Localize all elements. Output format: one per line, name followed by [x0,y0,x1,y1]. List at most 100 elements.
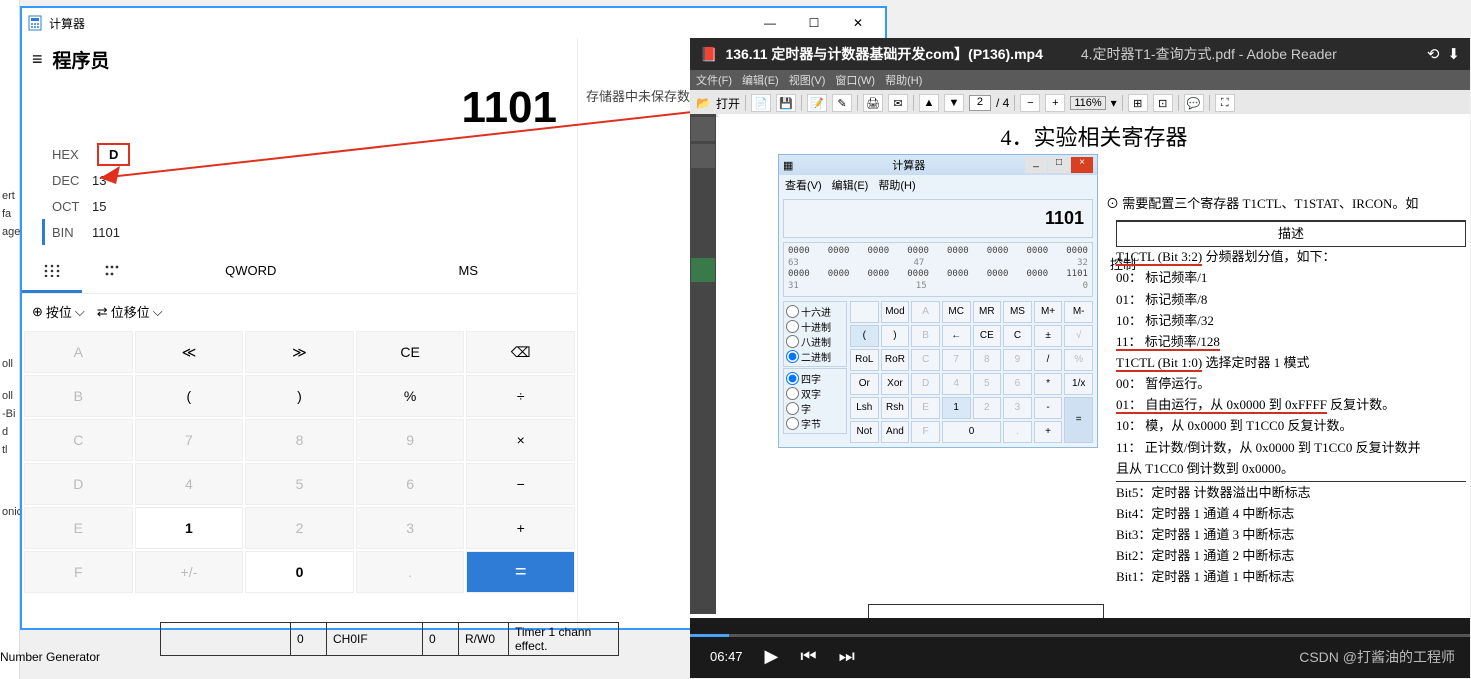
mode-title: 程序员 [53,46,110,73]
tool-icon[interactable]: ⊞ [1128,94,1148,112]
thumbnails-icon[interactable] [691,117,715,141]
chevron-down-icon: ⌵ [75,304,85,320]
hamburger-icon[interactable]: ≡ [32,49,43,70]
download-icon[interactable]: ⬇ [1447,45,1460,63]
key-backspace[interactable]: ⌫ [466,331,575,373]
pdf-heading: 4．实验相关寄存器 [726,120,1462,152]
wordsize-group[interactable]: 四字 双字 字 字节 [783,368,847,434]
mini-close[interactable]: × [1071,157,1093,173]
titlebar: 计算器 — ☐ ✕ [22,8,885,38]
base-bin[interactable]: BIN1101 [42,219,557,245]
key-ce[interactable]: CE [356,331,465,373]
annotate-icon[interactable] [691,258,715,282]
key-7: 7 [135,419,244,461]
tab-qword[interactable]: QWORD [142,253,360,293]
key-divide[interactable]: ÷ [466,375,575,417]
mini-keypad: ModAMCMRMSM+M- ()B←CEC±√ RoLRoRC789/% Or… [850,301,1093,443]
close-button[interactable]: ✕ [836,8,880,38]
tab-keypad-icon[interactable] [22,253,82,293]
key-6: 6 [356,463,465,505]
base-dec[interactable]: DEC13 [42,167,557,193]
key-b: B [24,375,133,417]
fullscreen-icon[interactable]: ⛶ [1215,94,1235,112]
share-icon[interactable]: ⟲ [1427,45,1440,63]
print-icon[interactable]: 🖨 [863,94,883,112]
minimize-button[interactable]: — [748,8,792,38]
progress-bar[interactable] [690,634,1470,637]
bitwise-dropdown[interactable]: ⊕按位⌵ [32,302,85,321]
keypad: A ≪ ≫ CE ⌫ B ( ) % ÷ C 7 8 9 × D 4 5 6 −… [22,329,577,628]
key-add[interactable]: + [466,507,575,549]
mini-menu[interactable]: 查看(V)编辑(E)帮助(H) [779,175,1097,195]
open-button[interactable]: 打开 [716,95,740,112]
save-icon[interactable]: 💾 [776,94,796,112]
comment-icon[interactable]: 💬 [1184,94,1204,112]
zoom-level[interactable]: 116% [1070,96,1105,110]
zoom-out-icon[interactable]: − [1020,94,1040,112]
tab-ms[interactable]: MS [360,253,578,293]
maximize-button[interactable]: ☐ [792,8,836,38]
num-gen-label: Number Generator [0,650,100,664]
key-percent[interactable]: % [356,375,465,417]
doc-text: ⊙ 需要配置三个寄存器 T1CTL、T1STAT、IRCON。如 描述 T1CT… [1116,194,1466,589]
video-titlebar: 📕 136.11 定时器与计数器基础开发com】(P136).mp4 4.定时器… [690,38,1470,70]
page-down-icon[interactable]: ▼ [944,94,964,112]
watermark: CSDN @打酱油的工程师 [1299,647,1455,667]
key-5: 5 [245,463,354,505]
page-up-icon[interactable]: ▲ [919,94,939,112]
key-equals[interactable]: = [466,551,575,593]
key-rshift[interactable]: ≫ [245,331,354,373]
tab-bits-icon[interactable] [82,253,142,293]
key-lshift[interactable]: ≪ [135,331,244,373]
radix-group[interactable]: 十六进 十进制 八进制 二进制 [783,301,847,367]
key-9: 9 [356,419,465,461]
chevron-down-icon: ⌵ [153,304,163,320]
left-fragment: ert fa age oll oll -Bi d tl onic [0,0,20,679]
key-0[interactable]: 0 [245,551,354,593]
pdf-page-content: 4．实验相关寄存器 ▦ 计算器 _ □ × 查看(V)编辑(E)帮助(H) 11… [718,114,1470,618]
key-multiply[interactable]: × [466,419,575,461]
window-title: 计算器 [49,15,85,32]
mini-bits: 00000000000000000000000000000000 634732 … [783,242,1093,297]
mini-display: 1101 [783,199,1093,238]
page-total: / 4 [996,96,1009,110]
key-plusminus: +/- [135,551,244,593]
key-rparen[interactable]: ) [245,375,354,417]
key-subtract[interactable]: − [466,463,575,505]
video-time: 06:47 [710,649,743,664]
key-c: C [24,419,133,461]
video-title: 136.11 定时器与计数器基础开发com】(P136).mp4 [725,44,1042,64]
sign-icon[interactable]: ✎ [832,94,852,112]
mini-minimize[interactable]: _ [1025,157,1047,173]
background-table-fragment: 0 CH0IF 0 R/W0 Timer 1 chann effect. [160,622,619,656]
tool-icon2[interactable]: ⊡ [1153,94,1173,112]
bitshift-dropdown[interactable]: ⇄位移位⌵ [97,302,163,321]
bases-list: HEX D DEC13 OCT15 BIN1101 [22,141,577,253]
convert-icon[interactable]: 📝 [807,94,827,112]
key-a: A [24,331,133,373]
open-file-icon[interactable]: 📂 [696,96,711,110]
pdf-menubar[interactable]: 文件(F)编辑(E)视图(V)窗口(W)帮助(H) [690,70,1470,90]
email-icon[interactable]: ✉ [888,94,908,112]
mini-equals[interactable]: = [1064,397,1093,443]
base-oct[interactable]: OCT15 [42,193,557,219]
zoom-in-icon[interactable]: + [1045,94,1065,112]
key-4: 4 [135,463,244,505]
create-pdf-icon[interactable]: 📄 [751,94,771,112]
key-lparen[interactable]: ( [135,375,244,417]
pdf-toolbar[interactable]: 📂 打开 📄 💾 📝 ✎ 🖨 ✉ ▲ ▼ 2 / 4 − + 116%▾ ⊞ ⊡… [690,90,1470,117]
mini-calc-icon: ▦ [783,159,793,172]
page-number-input[interactable]: 2 [969,95,991,111]
key-1[interactable]: 1 [135,507,244,549]
bookmarks-icon[interactable] [691,144,715,168]
pdf-tab-title: 4.定时器T1-查询方式.pdf - Adobe Reader [1081,44,1337,64]
mini-maximize[interactable]: □ [1048,157,1070,173]
prev-icon[interactable]: ⏮ [800,646,816,667]
base-hex[interactable]: HEX D [42,141,557,167]
play-icon[interactable]: ▶ [765,646,779,667]
hex-value-highlight: D [97,143,130,166]
view-tabs: QWORD MS [22,253,577,294]
pdf-sidebar[interactable] [690,114,716,614]
next-icon[interactable]: ⏭ [839,646,855,667]
key-e: E [24,507,133,549]
